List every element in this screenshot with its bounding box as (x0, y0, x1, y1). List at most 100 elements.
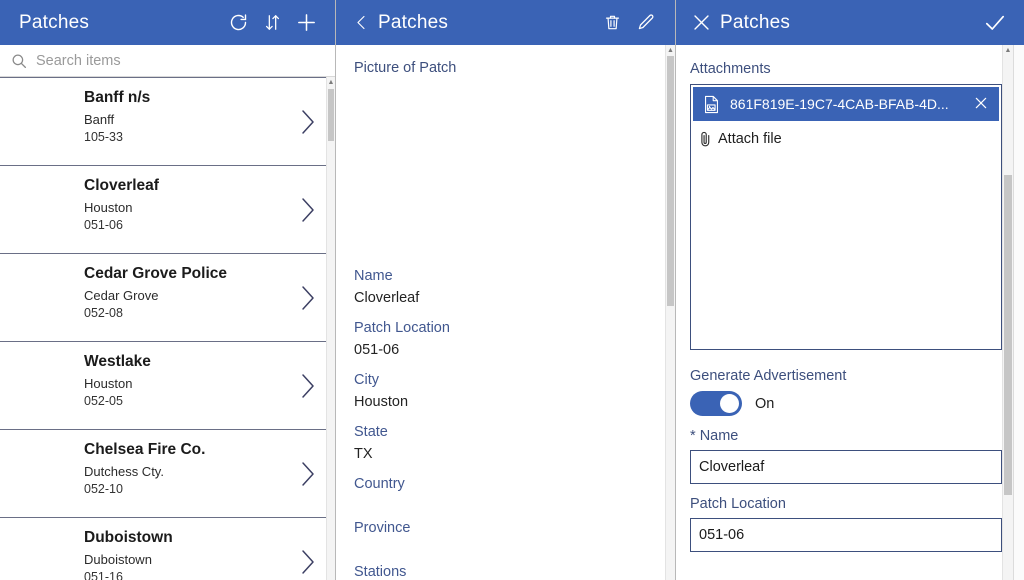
list-item-code: 051-16 (84, 570, 123, 580)
detail-fields: Picture of Patch Name Cloverleaf Patch Loca… (336, 45, 665, 580)
patch-location-field-group: Patch Location 051-06 (690, 494, 1002, 552)
search-input[interactable]: Search items (0, 45, 335, 77)
detail-field: City Houston (354, 369, 651, 413)
list-scroll-up-arrow[interactable]: ▲ (327, 78, 335, 87)
list-header-bar: Patches (0, 0, 335, 45)
edit-scrollbar[interactable]: ▲ (1002, 45, 1013, 580)
detail-field-label: Picture of Patch (354, 60, 457, 76)
attachment-name: 861F819E-19C7-4CAB-BFAB-4D... (730, 96, 949, 112)
list-item-title: Duboistown (84, 529, 173, 546)
window-scrollbar[interactable] (1013, 45, 1024, 580)
edit-scroll-area: Attachments 861F819E-19C7-4CAB-BFAB-4D..… (676, 45, 1024, 580)
detail-field: Province (354, 517, 651, 553)
detail-field: Patch Location 051-06 (354, 317, 651, 361)
patch-list: Banff n/s Banff 105-33 Cloverleaf Houston 051… (0, 77, 326, 580)
attachments-box: 861F819E-19C7-4CAB-BFAB-4D... Attach fil… (690, 84, 1002, 350)
chevron-right-icon[interactable] (300, 461, 316, 487)
attachment-item[interactable]: 861F819E-19C7-4CAB-BFAB-4D... (693, 87, 999, 121)
list-item[interactable]: Cedar Grove Police Cedar Grove 052-08 (0, 253, 326, 341)
detail-scrollbar[interactable]: ▲ (665, 45, 675, 580)
chevron-right-icon[interactable] (300, 285, 316, 311)
add-icon[interactable] (289, 6, 323, 40)
name-input-value: Cloverleaf (699, 459, 765, 475)
list-item-title: Cedar Grove Police (84, 265, 228, 282)
toggle-state-label: On (755, 395, 775, 412)
attachments-label: Attachments (690, 61, 771, 77)
sort-icon[interactable] (255, 6, 289, 40)
edit-form: Attachments 861F819E-19C7-4CAB-BFAB-4D..… (676, 45, 1002, 580)
detail-scroll-up-arrow[interactable]: ▲ (666, 46, 675, 55)
list-scrollbar[interactable]: ▲ (326, 77, 335, 580)
attach-file-button[interactable]: Attach file (691, 123, 1001, 148)
list-item-city: Banff (84, 112, 115, 127)
detail-field-value: Cloverleaf (354, 290, 420, 306)
list-item-city: Dutchess Cty. (84, 464, 164, 479)
detail-field-label: Patch Location (354, 320, 450, 336)
trash-icon[interactable] (595, 6, 629, 40)
close-icon[interactable] (688, 6, 714, 40)
detail-field: Stations (354, 561, 651, 580)
name-input[interactable]: Cloverleaf (690, 450, 1002, 484)
list-item-title: Banff n/s (84, 89, 151, 106)
detail-field-value (354, 539, 651, 553)
edit-scroll-up-arrow[interactable]: ▲ (1003, 46, 1013, 55)
chevron-right-icon[interactable] (300, 549, 316, 575)
detail-scroll-area: Picture of Patch Name Cloverleaf Patch Loca… (336, 45, 675, 580)
chevron-right-icon[interactable] (300, 197, 316, 223)
generate-advertisement-row: On (690, 391, 1002, 416)
edit-icon[interactable] (629, 6, 663, 40)
list-item-title: Cloverleaf (84, 177, 159, 194)
list-scrollbar-thumb[interactable] (328, 89, 334, 141)
image-file-icon (703, 95, 720, 114)
detail-field-label: Province (354, 520, 411, 536)
list-item[interactable]: Westlake Houston 052-05 (0, 341, 326, 429)
patch-location-field-label: Patch Location (690, 496, 786, 512)
search-placeholder: Search items (36, 52, 121, 69)
required-marker: * (690, 428, 696, 444)
detail-header-bar: Patches (336, 0, 675, 45)
patch-edit-panel: Patches Attachments 861F819E-19C7-4CAB-B… (676, 0, 1024, 580)
list-item[interactable]: Cloverleaf Houston 051-06 (0, 165, 326, 253)
app-root: Patches Search items Banff n/s Banff 105… (0, 0, 1024, 580)
detail-scrollbar-thumb[interactable] (667, 56, 674, 306)
remove-attachment-icon[interactable] (973, 95, 991, 113)
name-field-label: * Name (690, 426, 1002, 447)
chevron-right-icon[interactable] (300, 109, 316, 135)
patch-location-input-value: 051-06 (699, 527, 745, 543)
list-item-code: 051-06 (84, 218, 123, 232)
search-icon (10, 52, 28, 70)
detail-field-label: Stations (354, 564, 407, 580)
patch-location-input[interactable]: 051-06 (690, 518, 1002, 552)
check-icon[interactable] (978, 6, 1012, 40)
detail-field: Picture of Patch (354, 57, 651, 259)
patch-list-panel: Patches Search items Banff n/s Banff 105… (0, 0, 336, 580)
chevron-left-icon[interactable] (348, 6, 374, 40)
list-item-city: Cedar Grove (84, 288, 159, 303)
list-item-city: Houston (84, 376, 133, 391)
detail-field: Country (354, 473, 651, 509)
generate-advertisement-label: Generate Advertisement (690, 368, 847, 384)
detail-field-label: City (354, 372, 379, 388)
attach-file-label: Attach file (718, 131, 782, 147)
detail-field-value: Houston (354, 394, 409, 410)
toggle-knob (720, 394, 739, 413)
generate-advertisement-toggle[interactable] (690, 391, 742, 416)
edit-scrollbar-thumb[interactable] (1004, 175, 1012, 495)
detail-field-label: Name (354, 268, 393, 284)
paperclip-icon (699, 130, 712, 148)
list-item[interactable]: Banff n/s Banff 105-33 (0, 77, 326, 165)
list-item-title: Chelsea Fire Co. (84, 441, 206, 458)
list-item[interactable]: Duboistown Duboistown 051-16 (0, 517, 326, 580)
detail-field-value: TX (354, 446, 373, 462)
detail-field: State TX (354, 421, 651, 465)
detail-field-value (354, 495, 651, 509)
chevron-right-icon[interactable] (300, 373, 316, 399)
patch-picture-area (354, 79, 651, 259)
name-field-group: * Name Cloverleaf (690, 426, 1002, 484)
list-item[interactable]: Chelsea Fire Co. Dutchess Cty. 052-10 (0, 429, 326, 517)
detail-field-label: Country (354, 476, 405, 492)
edit-header-title: Patches (720, 11, 791, 33)
refresh-icon[interactable] (221, 6, 255, 40)
list-item-title: Westlake (84, 353, 151, 370)
list-item-code: 052-05 (84, 394, 123, 408)
